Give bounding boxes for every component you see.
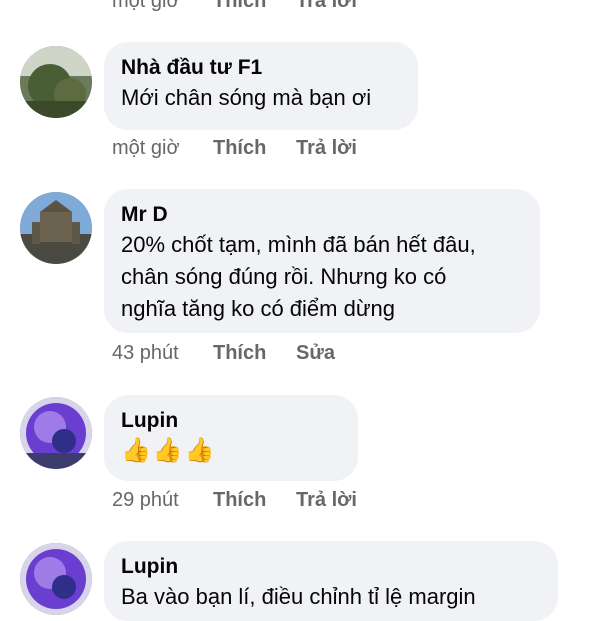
comment-text-line: chân sóng đúng rồi. Nhưng ko có xyxy=(121,264,447,289)
edit-button[interactable]: Sửa xyxy=(296,342,335,365)
comment-bubble: Lupin Ba vào bạn lí, điều chỉnh tỉ lệ ma… xyxy=(104,541,558,621)
comment-actions: 43 phút Thích Sửa xyxy=(112,342,335,365)
like-button[interactable]: Thích xyxy=(213,137,296,160)
comment-author[interactable]: Lupin xyxy=(121,553,541,581)
comment-bubble: Mr D 20% chốt tạm, mình đã bán hết đâu, … xyxy=(104,189,540,333)
comment-bubble: Nhà đầu tư F1 Mới chân sóng mà bạn ơi xyxy=(104,42,418,130)
comment-author[interactable]: Lupin xyxy=(121,407,341,435)
comment-bubble: Lupin 👍👍👍 xyxy=(104,395,358,481)
comment-text: Ba vào bạn lí, điều chỉnh tỉ lệ margin xyxy=(121,584,476,609)
comment-author[interactable]: Nhà đầu tư F1 xyxy=(121,54,401,82)
avatar[interactable] xyxy=(20,192,92,264)
like-button[interactable]: Thích xyxy=(213,489,296,512)
timestamp: 29 phút xyxy=(112,489,179,511)
avatar[interactable] xyxy=(20,46,92,118)
reply-button[interactable]: Trả lời xyxy=(296,489,357,512)
avatar[interactable] xyxy=(20,543,92,615)
comment-text-line: 20% chốt tạm, mình đã bán hết đâu, xyxy=(121,232,476,257)
like-button[interactable]: Thích xyxy=(213,0,296,13)
thumbs-up-icon: 👍👍👍 xyxy=(121,437,217,464)
comment-actions-top: một giờ Thích Trả lời xyxy=(112,0,357,13)
comment-actions: 29 phút Thích Trả lời xyxy=(112,489,357,512)
reply-button[interactable]: Trả lời xyxy=(296,0,357,13)
comment-author[interactable]: Mr D xyxy=(121,201,523,229)
timestamp: một giờ xyxy=(112,137,180,159)
avatar[interactable] xyxy=(20,397,92,469)
comment-text: Mới chân sóng mà bạn ơi xyxy=(121,85,372,110)
comment-actions: một giờ Thích Trả lời xyxy=(112,137,357,160)
reply-button[interactable]: Trả lời xyxy=(296,137,357,160)
like-button[interactable]: Thích xyxy=(213,342,296,365)
timestamp: 43 phút xyxy=(112,342,179,364)
comment-text-line: nghĩa tăng ko có điểm dừng xyxy=(121,296,396,321)
timestamp: một giờ xyxy=(112,0,180,12)
